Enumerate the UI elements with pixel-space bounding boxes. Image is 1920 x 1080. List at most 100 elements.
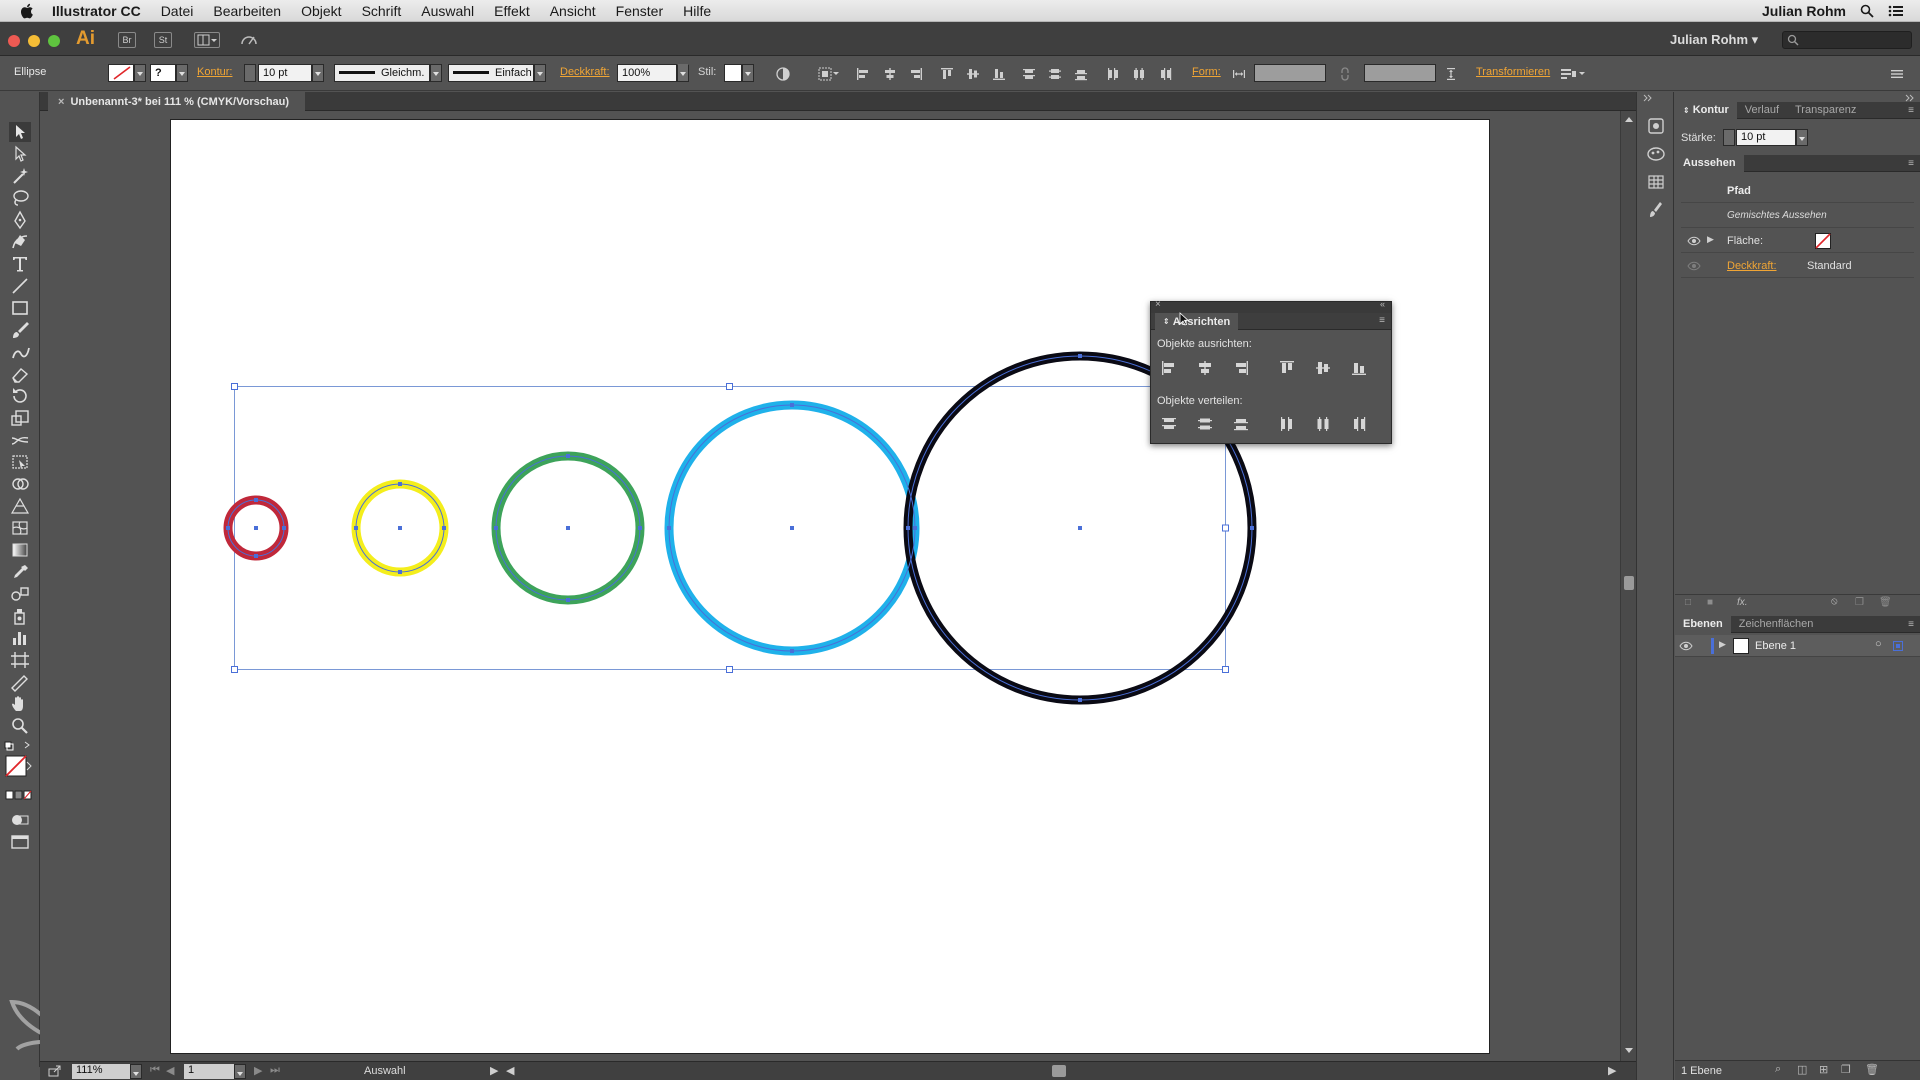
distribute-bottom-edges-icon[interactable]: [1233, 416, 1249, 432]
selection-tool-icon[interactable]: [9, 122, 31, 142]
screen-mode-icon[interactable]: [9, 832, 31, 852]
menu-bearbeiten[interactable]: Bearbeiten: [213, 3, 281, 19]
add-stroke-icon[interactable]: □: [1685, 597, 1691, 608]
layer-selection-indicator[interactable]: [1893, 641, 1903, 651]
libraries-icon[interactable]: [1646, 116, 1666, 136]
duplicate-item-icon[interactable]: ❐: [1855, 597, 1864, 608]
width-tool-icon[interactable]: [9, 430, 31, 450]
locate-object-icon[interactable]: ⌕: [1775, 1063, 1781, 1076]
distribute-right-edges-icon[interactable]: [1351, 416, 1367, 432]
opacity-slider-toggle[interactable]: [677, 64, 689, 82]
distribute-horizontal-center-icon[interactable]: [1132, 67, 1146, 81]
expand-arrow-icon[interactable]: ▶: [1707, 234, 1714, 245]
last-artboard-icon[interactable]: ⏭: [270, 1064, 280, 1077]
brush-definition[interactable]: Einfach: [448, 64, 534, 82]
vertical-scroll-thumb[interactable]: [1624, 576, 1634, 590]
stock-button[interactable]: St: [154, 32, 172, 48]
artwork-layer[interactable]: [40, 111, 1620, 1061]
eye-visibility-icon[interactable]: [1687, 261, 1701, 271]
menu-datei[interactable]: Datei: [161, 3, 194, 19]
scroll-down-icon[interactable]: [1624, 1047, 1634, 1055]
control-bar-menu-icon[interactable]: [1890, 67, 1904, 81]
status-menu-arrow-icon[interactable]: ▶: [490, 1064, 498, 1077]
artboard-tool-icon[interactable]: [9, 650, 31, 670]
panel-menu-icon[interactable]: ≡: [1908, 619, 1914, 630]
align-top-icon[interactable]: [940, 67, 954, 81]
fill-stroke-swatches[interactable]: [3, 740, 37, 780]
type-tool-icon[interactable]: [9, 254, 31, 274]
profile-dropdown[interactable]: [430, 64, 442, 82]
menu-fenster[interactable]: Fenster: [616, 3, 663, 19]
delete-layer-icon[interactable]: 🗑: [1865, 1063, 1879, 1076]
stroke-weight-dropdown[interactable]: [312, 64, 324, 82]
menu-auswahl[interactable]: Auswahl: [421, 3, 474, 19]
color-guide-icon[interactable]: [1646, 144, 1666, 164]
tab-verlauf[interactable]: Verlauf: [1737, 102, 1787, 119]
align-bottom-icon[interactable]: [992, 67, 1006, 81]
artboard-dropdown[interactable]: [234, 1064, 246, 1079]
status-mode-label[interactable]: Auswahl: [364, 1065, 406, 1077]
lasso-tool-icon[interactable]: [9, 188, 31, 208]
clipping-mask-icon[interactable]: ◫: [1797, 1063, 1807, 1076]
zoom-level-field[interactable]: 111%: [72, 1064, 130, 1079]
close-tab-icon[interactable]: ×: [58, 96, 64, 108]
expand-panels-icon[interactable]: [1642, 94, 1668, 102]
add-effect-icon[interactable]: fx.: [1737, 597, 1748, 608]
spotlight-search-icon[interactable]: [1860, 4, 1874, 18]
eyedropper-tool-icon[interactable]: [9, 562, 31, 582]
eraser-tool-icon[interactable]: [9, 364, 31, 384]
fill-none-swatch[interactable]: [1815, 233, 1831, 249]
perspective-grid-tool-icon[interactable]: [9, 496, 31, 516]
layer-target-icon[interactable]: ○: [1875, 638, 1882, 650]
appearance-path-row[interactable]: Pfad: [1681, 179, 1914, 203]
vertical-scrollbar[interactable]: [1620, 111, 1636, 1061]
stroke-weight-stepper[interactable]: [1723, 129, 1735, 146]
distribute-top-edges-icon[interactable]: [1161, 416, 1177, 432]
selection-bounding-box[interactable]: [234, 386, 1226, 670]
align-horizontal-centers-icon[interactable]: [1197, 360, 1213, 376]
horizontal-scroll-thumb[interactable]: [1052, 1065, 1066, 1077]
workspace-user-switcher[interactable]: Julian Rohm ▾: [1670, 32, 1758, 48]
direct-selection-tool-icon[interactable]: [9, 144, 31, 164]
align-left-icon[interactable]: [856, 67, 870, 81]
document-tab[interactable]: × Unbenannt-3* bei 111 % (CMYK/Vorschau): [48, 92, 306, 111]
layer-name[interactable]: Ebene 1: [1755, 640, 1796, 652]
fill-swatch[interactable]: [108, 64, 134, 82]
variable-width-profile[interactable]: Gleichm.: [334, 64, 430, 82]
color-mode-buttons[interactable]: [5, 788, 35, 804]
align-to-selection-icon[interactable]: [818, 67, 840, 81]
align-bottom-edges-icon[interactable]: [1351, 360, 1367, 376]
layer-row-ebene-1[interactable]: ▶ Ebene 1 ○: [1675, 635, 1920, 657]
eye-visibility-icon[interactable]: [1687, 236, 1701, 246]
free-transform-tool-icon[interactable]: [9, 452, 31, 472]
stroke-swatch[interactable]: ?: [150, 64, 176, 82]
scale-tool-icon[interactable]: [9, 408, 31, 428]
previous-artboard-icon[interactable]: ◀: [166, 1064, 174, 1077]
gradient-tool-icon[interactable]: [9, 540, 31, 560]
pen-tool-icon[interactable]: [9, 210, 31, 230]
stock-search-field[interactable]: [1782, 31, 1912, 49]
brushes-icon[interactable]: [1646, 200, 1666, 220]
notification-center-icon[interactable]: [1888, 4, 1904, 18]
hand-tool-icon[interactable]: [9, 694, 31, 714]
distribute-vertical-center-icon[interactable]: [1048, 67, 1062, 81]
stroke-weight-panel-dropdown[interactable]: [1796, 129, 1808, 146]
appearance-mixed-row[interactable]: Gemischtes Aussehen: [1681, 204, 1914, 228]
appearance-fill-row[interactable]: ▶ Fläche:: [1681, 229, 1914, 253]
stroke-weight-panel-input[interactable]: 10 pt: [1736, 129, 1796, 146]
panel-menu-icon[interactable]: ≡: [1908, 105, 1914, 116]
shape-builder-tool-icon[interactable]: [9, 474, 31, 494]
bridge-button[interactable]: Br: [118, 32, 136, 48]
transform-label[interactable]: Transformieren: [1476, 66, 1550, 78]
align-right-edges-icon[interactable]: [1233, 360, 1249, 376]
appearance-opacity-row[interactable]: Deckkraft: Standard: [1681, 254, 1914, 278]
new-sublayer-icon[interactable]: ⊞: [1819, 1063, 1828, 1076]
appearance-opacity-label[interactable]: Deckkraft:: [1727, 260, 1777, 272]
slice-tool-icon[interactable]: [9, 672, 31, 692]
clear-appearance-icon[interactable]: ⦸: [1831, 596, 1838, 607]
distribute-top-icon[interactable]: [1022, 67, 1036, 81]
constrain-proportions-icon[interactable]: [1338, 67, 1352, 81]
next-artboard-icon[interactable]: ▶: [254, 1064, 262, 1077]
distribute-left-edges-icon[interactable]: [1279, 416, 1295, 432]
align-horizontal-center-icon[interactable]: [883, 67, 897, 81]
